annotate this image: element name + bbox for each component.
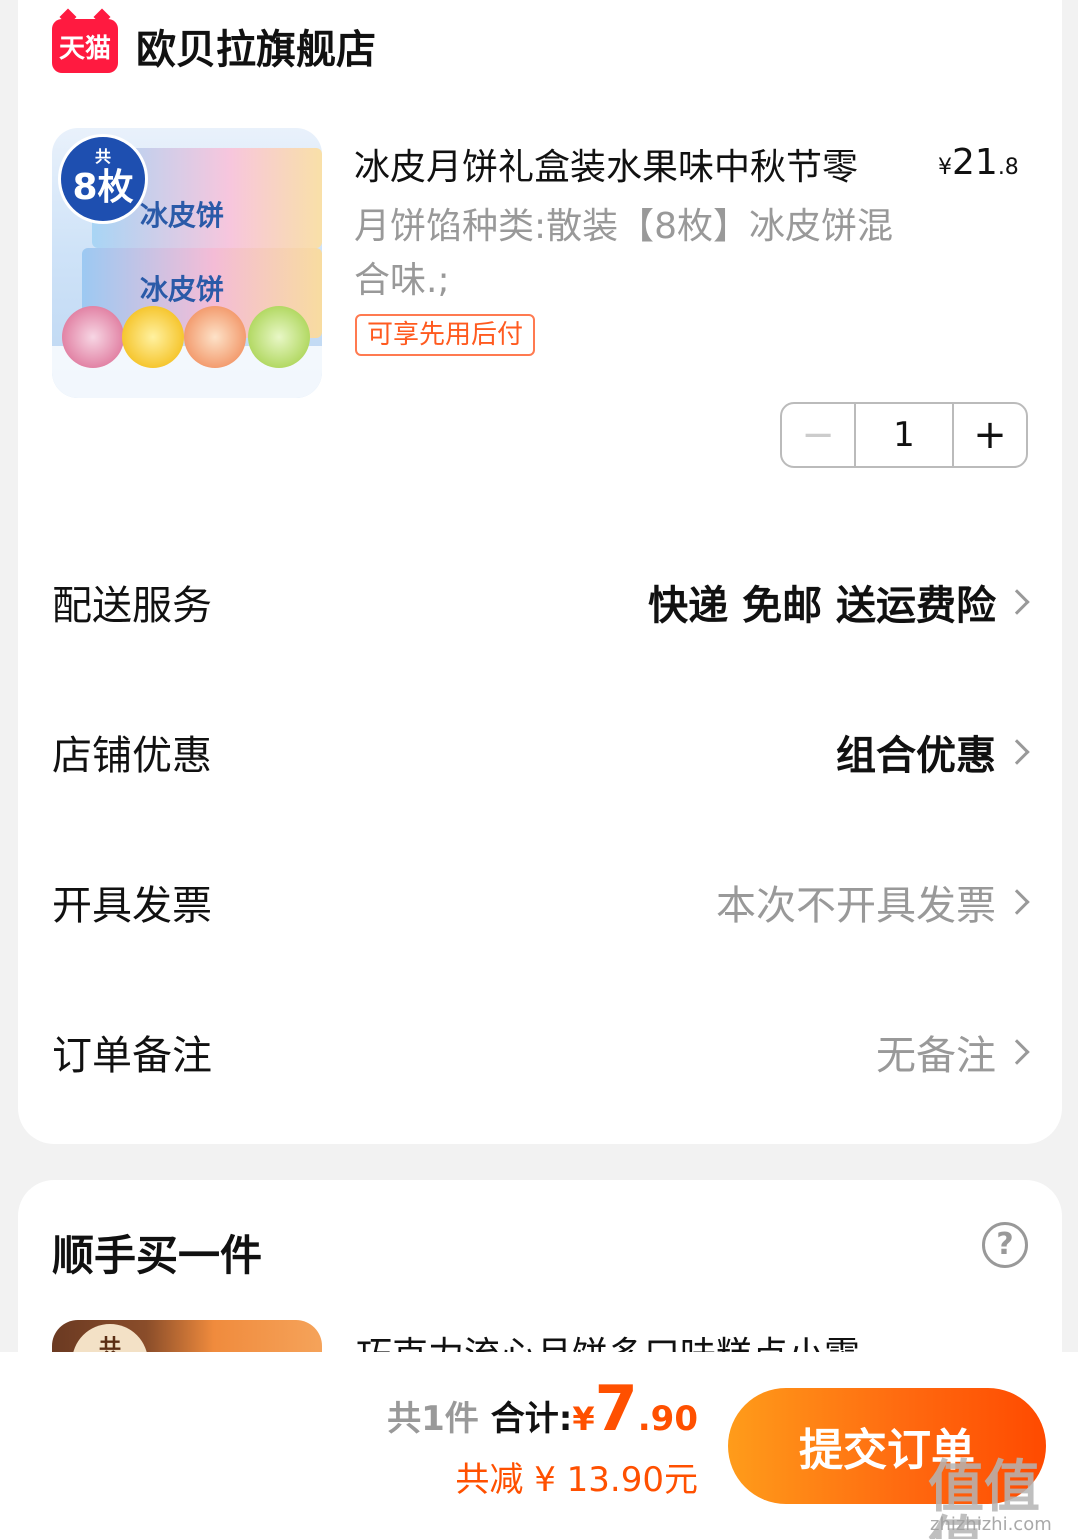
mooncake-pink bbox=[62, 306, 124, 368]
saved-amount: 共减 ¥ 13.90元 bbox=[455, 1460, 698, 1500]
image-box-label-2: 冰皮饼 bbox=[140, 273, 225, 306]
mooncake-green bbox=[248, 306, 310, 368]
watermark-url: zhizhizhi.com bbox=[930, 1514, 1052, 1535]
shop-header[interactable]: 天猫 欧贝拉旗舰店 bbox=[52, 18, 376, 74]
badge-top: 共 bbox=[94, 147, 111, 166]
mooncake-yellow bbox=[122, 306, 184, 368]
product-price: ¥21.8 bbox=[938, 142, 1019, 183]
quantity-value[interactable]: 1 bbox=[854, 404, 954, 466]
invoice-value: 本次不开具发票 bbox=[716, 883, 996, 929]
total-currency: ¥ bbox=[572, 1400, 595, 1438]
row-invoice[interactable]: 开具发票 本次不开具发票 bbox=[52, 872, 1032, 932]
price-currency: ¥ bbox=[938, 155, 952, 180]
chevron-right-icon bbox=[1004, 1039, 1030, 1065]
help-circle-icon[interactable]: ? bbox=[982, 1222, 1028, 1268]
product-sku[interactable]: 月饼馅种类:散装【8枚】冰皮饼混合味.; bbox=[354, 200, 894, 308]
product-image[interactable]: 冰皮饼 冰皮饼 共 8枚 bbox=[52, 128, 322, 398]
tmall-logo-icon: 天猫 bbox=[52, 19, 118, 73]
discount-value: 组合优惠 bbox=[836, 733, 996, 779]
total-label: 合计: bbox=[490, 1399, 573, 1439]
total-dec: .90 bbox=[637, 1399, 698, 1439]
quantity-stepper[interactable]: − 1 + bbox=[780, 402, 1028, 468]
total-int: 7 bbox=[594, 1372, 638, 1445]
pay-later-tag: 可享先用后付 bbox=[355, 314, 536, 356]
price-int: 21 bbox=[952, 142, 998, 183]
plus-icon[interactable]: + bbox=[954, 404, 1026, 466]
row-shop-discount[interactable]: 店铺优惠 组合优惠 bbox=[52, 722, 1032, 782]
order-summary: 共1件 合计: ¥ 7 .90 bbox=[387, 1378, 698, 1440]
price-dec: .8 bbox=[997, 155, 1019, 180]
item-count: 共1件 bbox=[387, 1399, 479, 1439]
shop-name[interactable]: 欧贝拉旗舰店 bbox=[136, 17, 376, 75]
discount-label: 店铺优惠 bbox=[52, 733, 212, 779]
row-delivery[interactable]: 配送服务 快递 免邮 送运费险 bbox=[52, 572, 1032, 632]
chevron-right-icon bbox=[1004, 739, 1030, 765]
image-count-badge: 共 8枚 bbox=[58, 134, 148, 224]
chevron-right-icon bbox=[1004, 889, 1030, 915]
delivery-value: 快递 免邮 送运费险 bbox=[648, 583, 996, 629]
chevron-right-icon bbox=[1004, 589, 1030, 615]
addon-title: 顺手买一件 bbox=[52, 1231, 263, 1280]
minus-icon[interactable]: − bbox=[782, 404, 854, 466]
mooncake-orange bbox=[184, 306, 246, 368]
product-title[interactable]: 冰皮月饼礼盒装水果味中秋节零 bbox=[354, 138, 924, 190]
row-order-note[interactable]: 订单备注 无备注 bbox=[52, 1022, 1032, 1082]
checkout-bar: 共1件 合计: ¥ 7 .90 共减 ¥ 13.90元 提交订单 bbox=[0, 1352, 1078, 1539]
note-label: 订单备注 bbox=[52, 1033, 212, 1079]
badge-main: 8枚 bbox=[72, 167, 134, 208]
note-value: 无备注 bbox=[876, 1033, 996, 1079]
delivery-label: 配送服务 bbox=[52, 583, 212, 629]
invoice-label: 开具发票 bbox=[52, 883, 212, 929]
image-box-label: 冰皮饼 bbox=[140, 199, 225, 232]
